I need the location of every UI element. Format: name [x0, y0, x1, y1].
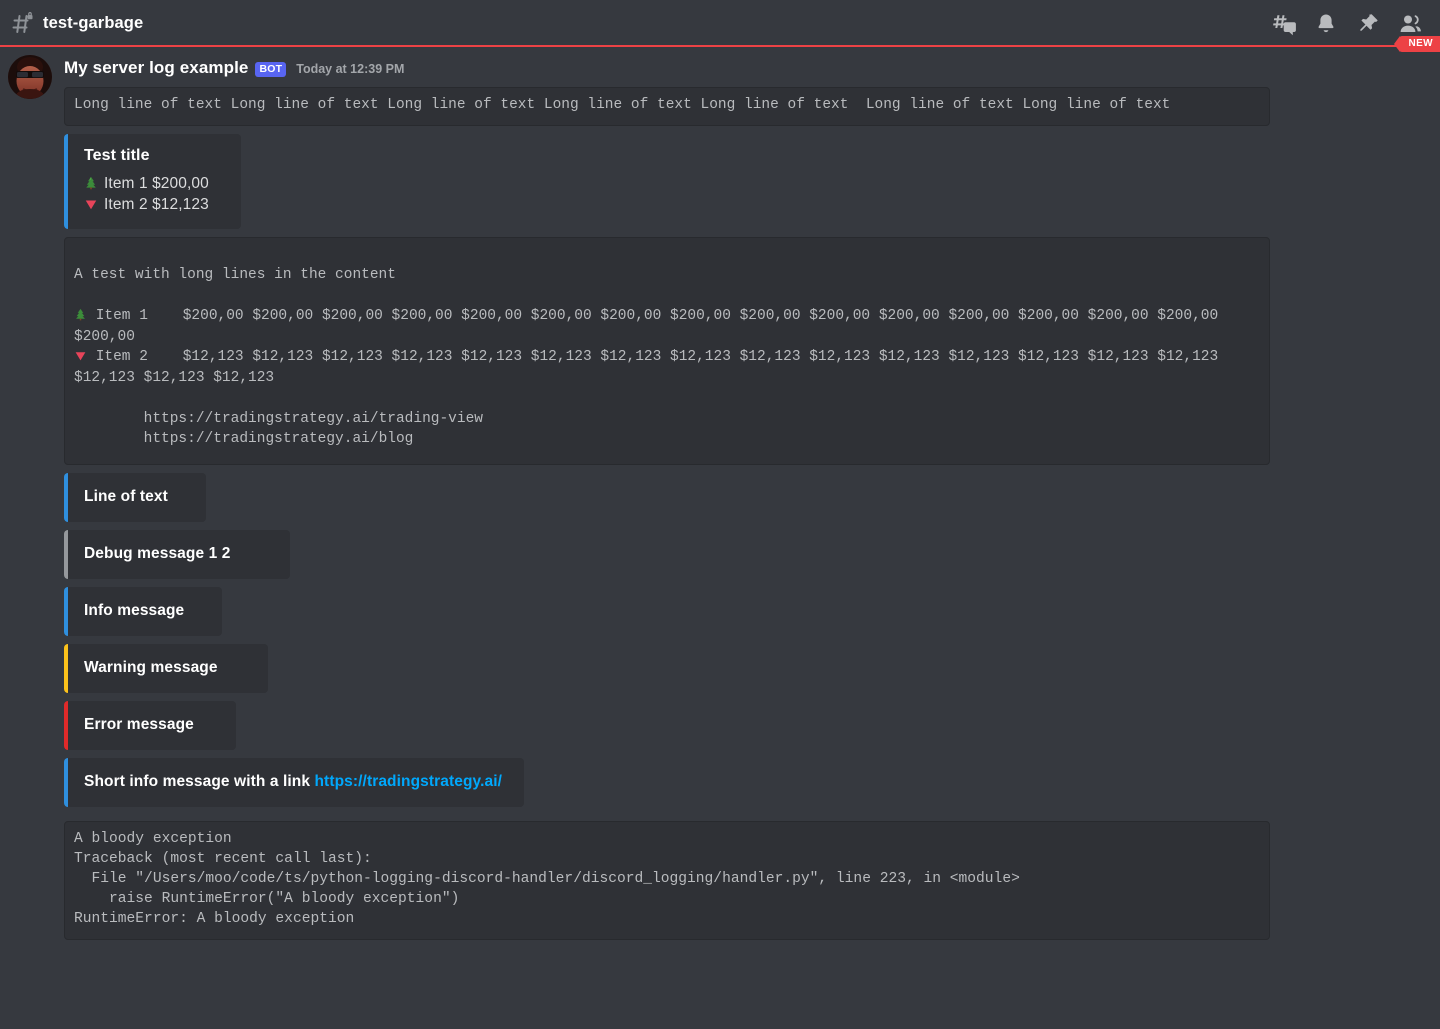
evergreen-tree-icon — [84, 176, 98, 190]
embed-description: Line of text — [84, 487, 168, 505]
threads-icon[interactable] — [1272, 12, 1296, 36]
embed-body: Short info message with a link https://t… — [68, 758, 524, 807]
embed-description: Info message — [84, 601, 185, 619]
code-links: https://tradingstrategy.ai/trading-view … — [143, 410, 483, 448]
embed-row-text: Item 2 $12,123 — [104, 195, 209, 213]
message-author[interactable]: My server log example — [64, 58, 248, 78]
red-triangle-down-icon — [74, 349, 87, 364]
embed-title: Test title — [84, 146, 150, 164]
embed-body: Test title Item 1 $200,00 Item 2 $12,123 — [68, 134, 241, 229]
message-timestamp: Today at 12:39 PM — [296, 62, 405, 76]
embed-row: Item 1 $200,00 — [84, 173, 209, 194]
embed-description: Warning message — [84, 658, 218, 676]
embed-info-message: Info message — [64, 586, 223, 636]
embed-description: Debug message 1 2 — [84, 544, 231, 562]
embed-debug-message: Debug message 1 2 — [64, 529, 291, 579]
channel-header-left: test-garbage — [10, 11, 144, 36]
channel-header: test-garbage — [0, 0, 1440, 47]
embed-test-title: Test title Item 1 $200,00 Item 2 $12,123 — [64, 133, 241, 229]
embed-description: Error message — [84, 715, 194, 733]
embed-error-message: Error message — [64, 700, 236, 750]
code-item2-line: Item 2 $12,123 $12,123 $12,123 $12,123 $… — [74, 349, 1227, 386]
embed-line-of-text: Line of text — [64, 472, 206, 522]
evergreen-tree-icon — [74, 308, 87, 323]
embed-body: Info message — [68, 587, 222, 636]
embed-body: Error message — [68, 701, 236, 750]
code-block-long-line: Long line of text Long line of text Long… — [64, 87, 1270, 126]
message: My server log example BOT Today at 12:39… — [0, 47, 1440, 940]
channel-name: test-garbage — [43, 14, 144, 32]
pin-icon[interactable] — [1356, 12, 1380, 36]
code-block-traceback: A bloody exception Traceback (most recen… — [64, 820, 1270, 940]
bell-icon[interactable] — [1314, 12, 1338, 36]
embed-body: Line of text — [68, 473, 206, 522]
embed-row-text: Item 1 $200,00 — [104, 174, 209, 192]
embed-row: Item 2 $12,123 — [84, 194, 209, 215]
user-avatar[interactable] — [8, 55, 52, 99]
members-icon[interactable] — [1398, 12, 1422, 36]
embed-link[interactable]: https://tradingstrategy.ai/ — [314, 773, 502, 790]
embed-description-text: Short info message with a link — [84, 772, 315, 790]
embed-body: Warning message — [68, 644, 268, 693]
code-block-long-content: A test with long lines in the content It… — [64, 236, 1270, 465]
bot-badge: BOT — [255, 61, 287, 77]
code-header-line: A test with long lines in the content — [74, 267, 396, 283]
message-header: My server log example BOT Today at 12:39… — [64, 57, 1420, 79]
embed-description: Short info message with a link https://t… — [84, 772, 502, 792]
channel-header-actions — [1272, 12, 1426, 36]
hash-lock-icon — [10, 11, 34, 36]
embed-short-info-link: Short info message with a link https://t… — [64, 757, 525, 807]
embed-body: Debug message 1 2 — [68, 530, 290, 579]
embed-warning-message: Warning message — [64, 643, 268, 693]
red-triangle-down-icon — [84, 197, 98, 211]
code-item1-line: Item 1 $200,00 $200,00 $200,00 $200,00 $… — [74, 308, 1227, 345]
